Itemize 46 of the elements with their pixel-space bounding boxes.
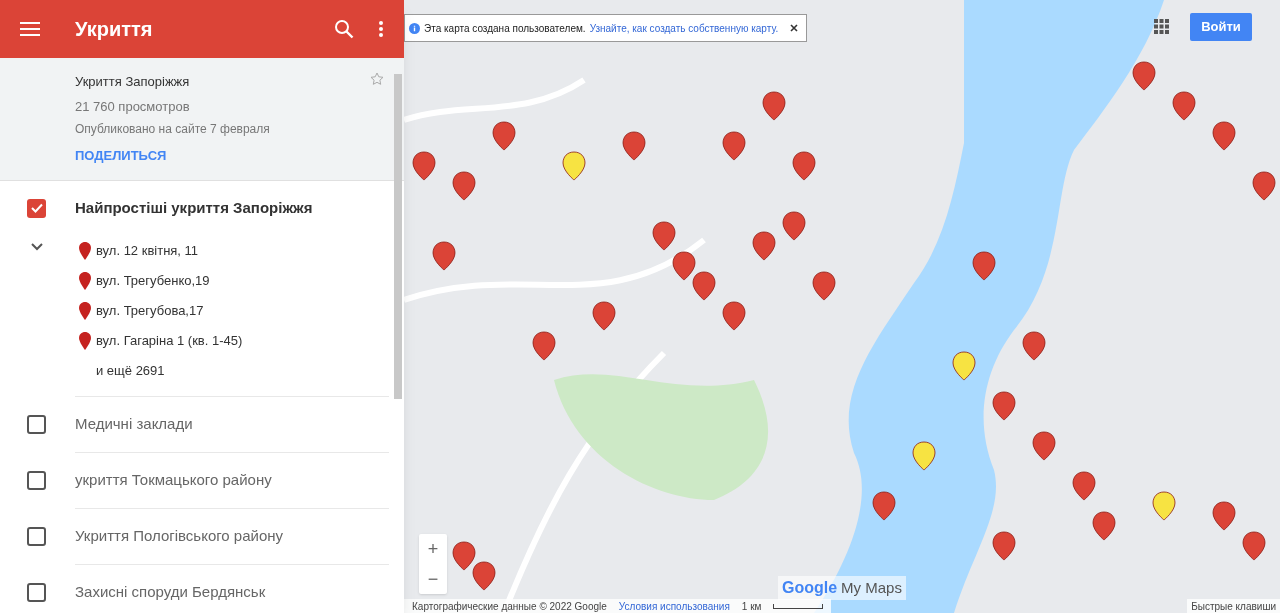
sign-in-button[interactable]: Войти xyxy=(1190,13,1252,41)
scale-label: 1 км xyxy=(741,599,762,613)
map-pin-icon xyxy=(79,271,91,290)
scale-bar xyxy=(773,603,824,609)
more-options-icon[interactable] xyxy=(378,20,384,38)
place-item[interactable]: вул. Трегубенко,19 xyxy=(96,270,210,291)
chevron-down-icon[interactable] xyxy=(30,241,44,252)
banner-text: Эта карта создана пользователем. xyxy=(424,21,586,36)
layer-name[interactable]: Укриття Пологівського району xyxy=(75,524,284,548)
star-icon[interactable] xyxy=(370,72,384,86)
logo-wordmark: Google xyxy=(782,578,838,598)
info-icon xyxy=(409,22,420,34)
place-item[interactable]: вул. Трегубова,17 xyxy=(96,300,204,321)
scrollbar[interactable] xyxy=(394,74,402,399)
close-icon[interactable] xyxy=(790,24,799,32)
map-pin-icon xyxy=(79,331,91,350)
share-link[interactable]: ПОДЕЛИТЬСЯ xyxy=(75,146,167,166)
checkmark-icon xyxy=(30,203,43,213)
keyboard-shortcuts-link[interactable]: Быстрые клавиши xyxy=(1187,599,1280,613)
layer-name[interactable]: Найпростіші укриття Запоріжжя xyxy=(75,196,313,220)
map-title: Укриття Запоріжжя xyxy=(75,73,190,91)
layer-name[interactable]: Захисні споруди Бердянськ xyxy=(75,580,266,604)
map-pin-icon xyxy=(79,241,91,260)
layer-checkbox[interactable] xyxy=(27,526,46,546)
layer-checkbox[interactable] xyxy=(27,198,46,218)
apps-grid-icon[interactable] xyxy=(1154,19,1169,34)
learn-more-link[interactable]: Узнайте, как создать собственную карту. xyxy=(589,20,779,36)
publish-date: Опубликовано на сайте 7 февраля xyxy=(75,121,271,138)
logo-product: My Maps xyxy=(841,578,902,598)
place-item[interactable]: вул. 12 квітня, 11 xyxy=(96,240,199,261)
layer-checkbox[interactable] xyxy=(27,470,46,490)
search-icon[interactable] xyxy=(334,19,354,39)
zoom-in-button[interactable]: + xyxy=(419,534,447,564)
terms-link[interactable]: Условия использования xyxy=(618,598,730,613)
layer-checkbox[interactable] xyxy=(27,582,46,602)
more-places-link[interactable]: и ещё 2691 xyxy=(0,355,390,386)
layer-checkbox[interactable] xyxy=(27,414,46,434)
menu-icon[interactable] xyxy=(20,19,40,39)
layer-name[interactable]: укриття Токмацького району xyxy=(75,468,272,492)
map-pin-icon xyxy=(79,301,91,320)
app-title: Укриття xyxy=(75,17,154,42)
place-item[interactable]: вул. Гагаріна 1 (кв. 1-45) xyxy=(96,330,243,351)
zoom-out-button[interactable]: − xyxy=(419,564,447,594)
layer-name[interactable]: Медичні заклади xyxy=(75,412,193,436)
map-data-credit: Картографические данные © 2022 Google xyxy=(412,599,607,613)
view-count: 21 760 просмотров xyxy=(75,97,191,116)
